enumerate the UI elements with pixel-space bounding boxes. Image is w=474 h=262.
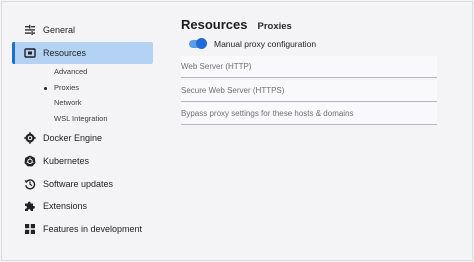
- bypass-proxy-input[interactable]: [181, 103, 437, 124]
- kubernetes-icon: [24, 155, 36, 167]
- sidebar-item-label: Software updates: [43, 179, 114, 189]
- sidebar-subitem-label: Advanced: [54, 67, 88, 76]
- page-header: Resources Proxies: [181, 17, 292, 32]
- page-title: Resources: [181, 17, 248, 32]
- page-subtitle: Proxies: [257, 21, 292, 32]
- sidebar-item-extensions[interactable]: Extensions: [12, 195, 153, 217]
- sidebar-item-resources[interactable]: Resources: [12, 42, 153, 64]
- sidebar-item-label: Extensions: [43, 201, 88, 211]
- settings-window: General Resources Advanced Proxies Netwo…: [1, 1, 473, 261]
- sidebar-item-features-in-development[interactable]: Features in development: [12, 218, 153, 240]
- sidebar-subitem-wsl-integration[interactable]: WSL Integration: [54, 113, 108, 125]
- sidebar-item-docker-engine[interactable]: Docker Engine: [12, 127, 153, 149]
- manual-proxy-row: Manual proxy configuration: [189, 38, 317, 49]
- docker-engine-icon: [24, 132, 36, 144]
- sidebar-item-label: Docker Engine: [43, 133, 103, 143]
- sliders-icon: [24, 24, 36, 36]
- sidebar-item-general[interactable]: General: [12, 19, 153, 41]
- sidebar-subitem-label: Proxies: [54, 83, 80, 92]
- history-icon: [24, 178, 36, 190]
- sidebar-subitem-advanced[interactable]: Advanced: [54, 66, 87, 78]
- toggle-knob: [196, 38, 207, 49]
- sidebar: General Resources Advanced Proxies Netwo…: [2, 2, 162, 260]
- puzzle-icon: [24, 200, 36, 212]
- active-bullet: [44, 87, 47, 90]
- grid-icon: [24, 223, 36, 235]
- sidebar-item-label: Features in development: [43, 224, 143, 234]
- sidebar-subitem-label: Network: [54, 98, 82, 107]
- http-server-input[interactable]: [181, 56, 437, 77]
- sidebar-item-label: General: [43, 25, 76, 35]
- sidebar-subitem-label: WSL Integration: [54, 114, 108, 123]
- https-server-field[interactable]: [181, 80, 437, 102]
- manual-proxy-label: Manual proxy configuration: [214, 39, 317, 49]
- sidebar-subitem-proxies[interactable]: Proxies: [54, 82, 79, 94]
- bypass-proxy-field[interactable]: [181, 103, 437, 125]
- sidebar-item-kubernetes[interactable]: Kubernetes: [12, 150, 153, 172]
- sidebar-item-label: Kubernetes: [43, 156, 90, 166]
- https-server-input[interactable]: [181, 80, 437, 101]
- http-server-field[interactable]: [181, 56, 437, 78]
- resources-icon: [24, 47, 36, 59]
- sidebar-subitem-network[interactable]: Network: [54, 97, 82, 109]
- sidebar-item-software-updates[interactable]: Software updates: [12, 173, 153, 195]
- manual-proxy-toggle[interactable]: [189, 38, 207, 49]
- sidebar-item-label: Resources: [43, 48, 87, 58]
